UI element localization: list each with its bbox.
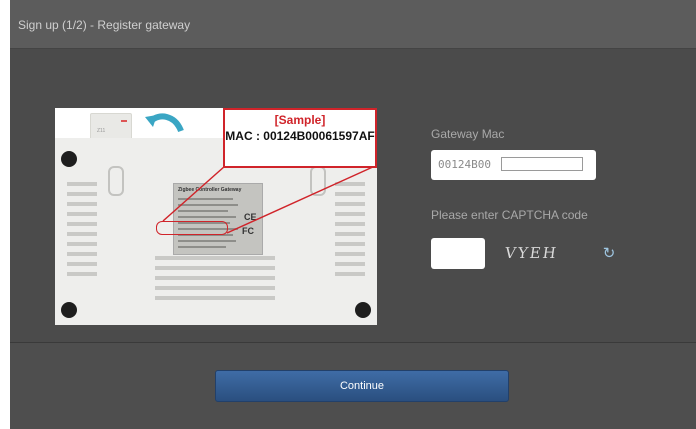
- sample-mac-text: MAC : 00124B00061597AF: [225, 129, 375, 143]
- sample-callout: [Sample] MAC : 00124B00061597AF: [223, 108, 377, 168]
- footer-bar: Continue: [10, 342, 696, 429]
- captcha-input[interactable]: [431, 238, 485, 269]
- captcha-text: VYEH: [503, 244, 560, 262]
- gateway-mac-label: Gateway Mac: [431, 127, 505, 141]
- gateway-mac-field: 00124B00: [431, 150, 596, 180]
- captcha-image: VYEH: [497, 237, 594, 271]
- window-title: Sign up (1/2) - Register gateway: [18, 18, 191, 32]
- captcha-label: Please enter CAPTCHA code: [431, 208, 588, 222]
- sample-title: [Sample]: [274, 113, 326, 127]
- continue-button[interactable]: Continue: [215, 370, 509, 402]
- mac-prefix: 00124B00: [438, 158, 491, 171]
- sample-gateway-image: Z11 Zigbee Controller Gateway CE FC [Sam…: [55, 108, 377, 325]
- title-bar: Sign up (1/2) - Register gateway: [10, 0, 696, 49]
- gateway-mac-input[interactable]: [501, 157, 583, 171]
- register-dialog: Sign up (1/2) - Register gateway Z11 Zig…: [10, 0, 696, 429]
- refresh-icon[interactable]: ↻: [601, 246, 617, 262]
